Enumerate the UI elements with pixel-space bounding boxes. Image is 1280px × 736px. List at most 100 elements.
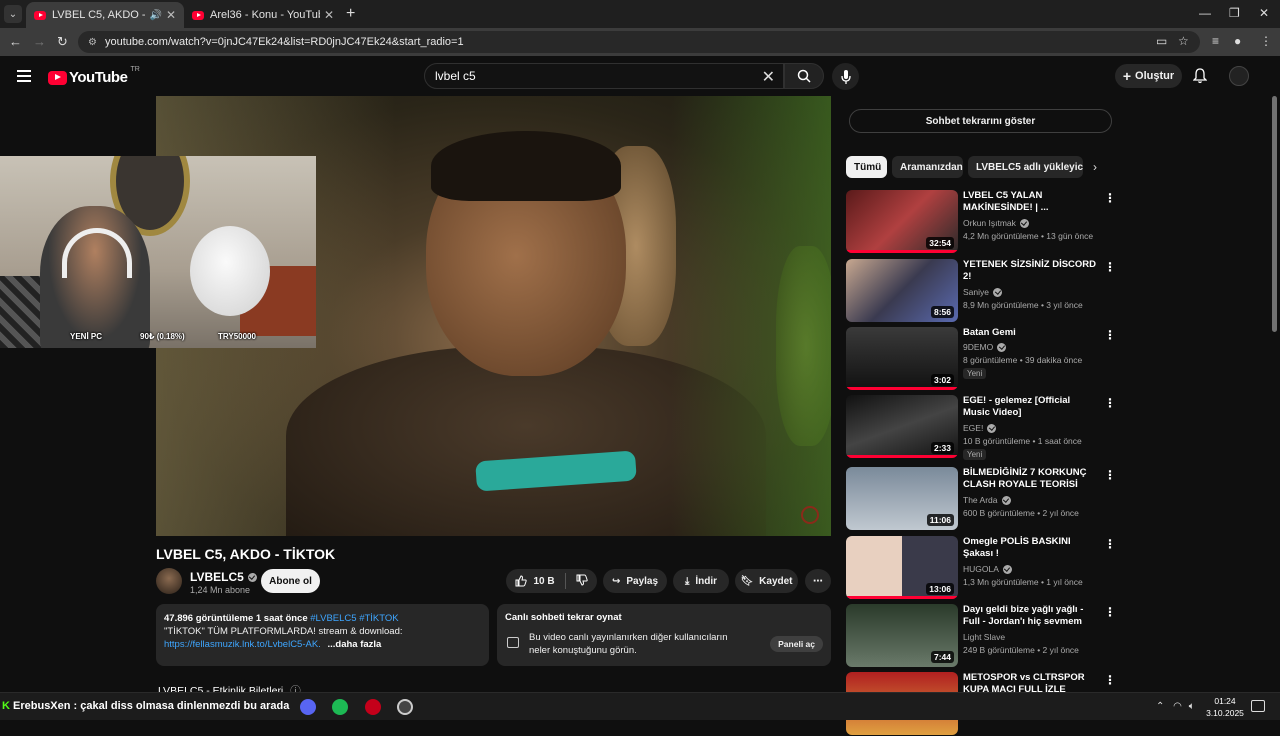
- recommended-channel[interactable]: EGE!: [963, 423, 997, 433]
- cast-icon[interactable]: ▭: [1156, 34, 1167, 48]
- back-arrow-icon[interactable]: ←: [9, 34, 22, 49]
- more-options-icon[interactable]: ⋮: [1104, 397, 1116, 409]
- channel-name[interactable]: LVBELC5: [190, 570, 257, 584]
- bookmark-star-icon[interactable]: ☆: [1178, 34, 1189, 48]
- more-options-icon[interactable]: ⋮: [1104, 261, 1116, 273]
- chevron-up-icon[interactable]: ⌃: [1156, 701, 1164, 712]
- page-scrollbar[interactable]: [1270, 96, 1278, 692]
- chevron-right-icon[interactable]: ›: [1093, 160, 1097, 174]
- show-chat-replay-button[interactable]: Sohbet tekrarını göster: [849, 109, 1112, 133]
- video-thumbnail[interactable]: 13:06: [846, 536, 958, 599]
- recommended-channel[interactable]: Orkun Işıtmak: [963, 218, 1029, 228]
- wifi-icon[interactable]: ◠: [1173, 701, 1182, 712]
- share-button[interactable]: ↪ Paylaş: [603, 569, 667, 593]
- channel-watermark-icon[interactable]: [801, 506, 819, 524]
- chip-from-uploader[interactable]: LVBELC5 adlı yükleyiciden: [968, 156, 1083, 178]
- chip-from-search[interactable]: Aramanızdan: [892, 156, 963, 178]
- description-link[interactable]: https://fellasmuzik.lnk.to/LvbelC5-AK.: [164, 639, 321, 650]
- views-and-time: 47.896 görüntüleme 1 saat önce: [164, 613, 308, 624]
- opera-icon[interactable]: [365, 699, 381, 715]
- notification-center-icon[interactable]: [1251, 700, 1265, 712]
- voice-search-button[interactable]: [832, 63, 859, 90]
- recommended-title[interactable]: YETENEK SİZSİNİZ DİSCORD 2!: [963, 259, 1098, 283]
- video-thumbnail[interactable]: 7:44: [846, 604, 958, 667]
- reload-icon[interactable]: ↻: [57, 34, 68, 50]
- close-tab-icon[interactable]: ✕: [324, 8, 334, 22]
- search-input[interactable]: lvbel c5 ✕: [424, 63, 784, 89]
- more-options-icon[interactable]: ⋮: [1104, 538, 1116, 550]
- video-thumbnail[interactable]: 11:06: [846, 467, 958, 530]
- chat-ticker: K ErebusXen : çakal diss olmasa dinlenme…: [2, 700, 289, 712]
- recommended-video[interactable]: 2:33 EGE! - gelemez [Official Music Video…: [846, 395, 1116, 460]
- recommended-title[interactable]: BİLMEDİĞİNİZ 7 KORKUNÇ CLASH ROYALE TEOR…: [963, 467, 1098, 491]
- recommended-channel[interactable]: Saniye: [963, 287, 1002, 297]
- tab-arel36[interactable]: Arel36 - Konu - YouTube ✕: [184, 2, 342, 28]
- recommended-title[interactable]: Omegle POLİS BASKINI Şakası !: [963, 536, 1098, 560]
- tab-search-menu-button[interactable]: ⌄: [4, 5, 22, 23]
- open-panel-button[interactable]: Paneli aç: [770, 636, 823, 652]
- recommended-channel[interactable]: Light Slave: [963, 632, 1005, 642]
- restore-button[interactable]: ❐: [1229, 6, 1240, 20]
- youtube-logo[interactable]: YouTube TR: [48, 66, 140, 86]
- more-options-icon[interactable]: ⋮: [1104, 192, 1116, 204]
- video-thumbnail[interactable]: 3:02: [846, 327, 958, 390]
- subscribe-button[interactable]: Abone ol: [261, 569, 320, 593]
- recommended-video[interactable]: 11:06 BİLMEDİĞİNİZ 7 KORKUNÇ CLASH ROYALE…: [846, 467, 1116, 531]
- video-thumbnail[interactable]: 2:33: [846, 395, 958, 458]
- notifications-bell-icon[interactable]: [1192, 68, 1208, 89]
- download-button[interactable]: ⤓ İndir: [673, 569, 729, 593]
- scrollbar-thumb[interactable]: [1272, 96, 1277, 332]
- recommended-video[interactable]: 13:06 Omegle POLİS BASKINI Şakası ! HUGOLA…: [846, 536, 1116, 600]
- show-more-link[interactable]: ...daha fazla: [327, 639, 381, 650]
- close-window-button[interactable]: ✕: [1259, 6, 1269, 20]
- hashtags[interactable]: #LVBELC5 #TİKTOK: [310, 613, 398, 624]
- profile-icon[interactable]: ●: [1234, 34, 1241, 48]
- save-button[interactable]: 🔖︎ Kaydet: [735, 569, 798, 593]
- tab-lvbel-c5[interactable]: LVBEL C5, AKDO - TİKTOK 🔊 ✕: [26, 2, 184, 28]
- discord-icon[interactable]: [300, 699, 316, 715]
- channel-avatar[interactable]: [156, 568, 182, 594]
- recommended-title[interactable]: Dayı geldi bize yağlı yağlı - Full - Jor…: [963, 604, 1098, 628]
- recommended-channel[interactable]: The Arda: [963, 495, 1011, 505]
- more-options-icon[interactable]: ⋮: [1104, 329, 1116, 341]
- clear-search-icon[interactable]: ✕: [762, 67, 775, 87]
- recommended-video[interactable]: 3:02 Batan Gemi 9DEMO 8 görüntüleme • 39 da…: [846, 327, 1116, 391]
- forward-arrow-icon[interactable]: →: [33, 34, 46, 49]
- chrome-menu-icon[interactable]: ⋮: [1260, 34, 1272, 48]
- recommended-title[interactable]: Batan Gemi: [963, 327, 1098, 339]
- video-description[interactable]: 47.896 görüntüleme 1 saat önce #LVBELC5 …: [156, 604, 489, 666]
- volume-icon[interactable]: 🔈︎: [1189, 701, 1195, 712]
- recommended-title[interactable]: EGE! - gelemez [Official Music Video]: [963, 395, 1098, 419]
- create-button[interactable]: + Oluştur: [1115, 64, 1182, 88]
- more-options-icon[interactable]: ⋮: [1104, 674, 1116, 686]
- recommended-video[interactable]: 8:56 YETENEK SİZSİNİZ DİSCORD 2! Saniye 8,9…: [846, 259, 1116, 323]
- obs-icon[interactable]: [397, 699, 413, 715]
- chip-all[interactable]: Tümü: [846, 156, 887, 178]
- account-avatar[interactable]: [1229, 66, 1249, 86]
- search-button[interactable]: [784, 63, 824, 89]
- recommended-channel[interactable]: HUGOLA: [963, 564, 1012, 574]
- more-options-icon[interactable]: ⋮: [1104, 606, 1116, 618]
- youtube-play-icon: [48, 70, 67, 85]
- close-tab-icon[interactable]: ✕: [166, 8, 176, 22]
- site-info-icon[interactable]: ⚙: [88, 37, 97, 48]
- more-options-icon[interactable]: ⋮: [1104, 469, 1116, 481]
- system-tray[interactable]: ⌃ ◠ 🔈︎: [1156, 701, 1195, 712]
- recommended-title[interactable]: LVBEL C5 YALAN MAKİNESİNDE! | ...: [963, 190, 1098, 214]
- system-clock[interactable]: 01:24 3.10.2025: [1205, 695, 1245, 719]
- video-thumbnail[interactable]: 8:56: [846, 259, 958, 322]
- video-thumbnail[interactable]: 32:54: [846, 190, 958, 253]
- minimize-button[interactable]: —: [1199, 6, 1211, 20]
- address-bar[interactable]: ⚙ youtube.com/watch?v=0jnJC47Ek24&list=R…: [78, 31, 1200, 53]
- recommended-channel[interactable]: 9DEMO: [963, 342, 1007, 352]
- hamburger-menu-icon[interactable]: [17, 70, 31, 82]
- new-tab-button[interactable]: +: [346, 6, 355, 22]
- spotify-icon[interactable]: [332, 699, 348, 715]
- like-button[interactable]: 10 B: [515, 575, 555, 587]
- recommended-video[interactable]: 7:44 Dayı geldi bize yağlı yağlı - Full -…: [846, 604, 1116, 668]
- dislike-button[interactable]: [576, 574, 588, 589]
- recommended-video[interactable]: 32:54 LVBEL C5 YALAN MAKİNESİNDE! | ... Or…: [846, 190, 1116, 254]
- media-control-icon[interactable]: ≡: [1212, 34, 1219, 48]
- more-actions-button[interactable]: ⋯: [805, 569, 831, 593]
- speaker-icon[interactable]: 🔊: [149, 10, 161, 21]
